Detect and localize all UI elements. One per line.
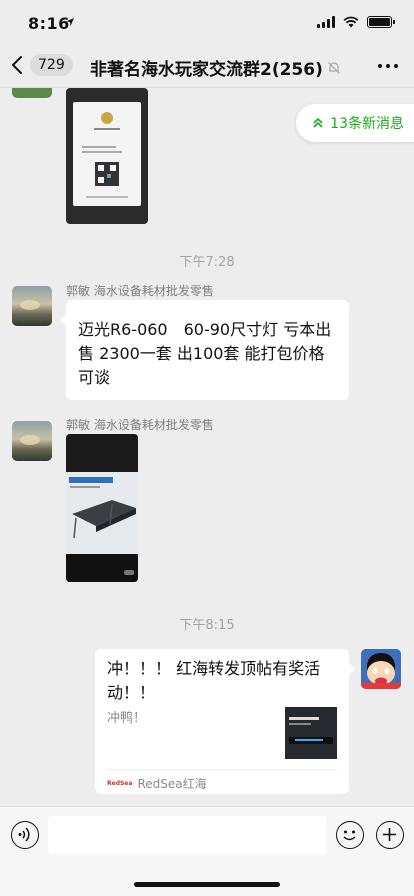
source-name: RedSea红海 [137, 777, 207, 791]
product-photo-image [66, 434, 138, 582]
self-avatar[interactable] [361, 649, 401, 689]
cellular-signal-icon [317, 16, 335, 28]
cartoon-avatar-image [361, 649, 401, 689]
new-messages-label: 13条新消息 [330, 116, 404, 132]
text-message-bubble[interactable]: 迈光R6-060 60-90尺寸灯 亏本出售 2300一套 出100套 能打包价… [60, 300, 349, 400]
sender-name: 郭敏 海水设备耗材批发零售 [66, 418, 214, 432]
chat-header: 729 非著名海水玩家交流群2(256) [0, 44, 414, 88]
message-text-input[interactable] [48, 816, 326, 854]
status-icons [317, 16, 395, 28]
unread-count-badge: 729 [30, 54, 73, 76]
link-card-description: 冲鸭！ [107, 711, 147, 726]
time-divider: 下午8:15 [179, 618, 235, 633]
link-card-thumbnail [285, 707, 337, 759]
sender-avatar[interactable] [12, 421, 52, 461]
sender-name: 郭敏 海水设备耗材批发零售 [66, 284, 214, 298]
back-button[interactable]: 729 [10, 54, 73, 76]
sender-avatar[interactable] [12, 88, 52, 98]
location-arrow-icon [66, 18, 74, 26]
double-chevron-up-icon [313, 117, 323, 128]
image-message-product-photo[interactable] [66, 434, 138, 582]
dot-icon [386, 64, 390, 68]
link-card-divider [107, 769, 337, 770]
battery-icon [367, 16, 395, 28]
emoji-button[interactable] [336, 821, 364, 849]
home-indicator [134, 882, 280, 887]
status-bar: 8:16 [0, 0, 414, 44]
mute-bell-icon [327, 61, 340, 74]
sender-avatar[interactable] [12, 286, 52, 326]
wifi-icon [343, 16, 359, 28]
link-card-message[interactable]: 冲！！！ 红海转发顶帖有奖活动！！ 冲鸭！ RedSea RedSea红海 [95, 649, 355, 794]
chevron-left-icon [12, 56, 22, 74]
voice-wave-icon [18, 827, 30, 842]
smiley-icon [343, 830, 356, 841]
chat-title: 非著名海水玩家交流群2(256) [90, 55, 341, 80]
time-divider: 下午7:28 [179, 255, 235, 270]
message-list[interactable]: 13条新消息 下午7:28 郭敏 海水设备耗材批发零售 迈光R6-060 60-… [0, 88, 414, 806]
more-options-button[interactable] [378, 64, 398, 68]
dot-icon [394, 64, 398, 68]
group-name: 非著名海水玩家交流群2(256) [90, 60, 323, 80]
link-card-source: RedSea RedSea红海 [107, 775, 207, 792]
more-functions-button[interactable] [376, 821, 404, 849]
new-messages-button[interactable]: 13条新消息 [296, 104, 414, 142]
image-message-qr-card[interactable] [66, 88, 148, 224]
redsea-logo: RedSea [107, 780, 133, 787]
status-time: 8:16 [28, 14, 70, 33]
qr-card-image [73, 102, 141, 206]
plus-icon [383, 828, 396, 841]
voice-input-button[interactable] [11, 821, 39, 849]
link-card-title: 冲！！！ 红海转发顶帖有奖活动！！ [107, 659, 321, 702]
dot-icon [378, 64, 382, 68]
message-text: 迈光R6-060 60-90尺寸灯 亏本出售 2300一套 出100套 能打包价… [78, 320, 332, 387]
